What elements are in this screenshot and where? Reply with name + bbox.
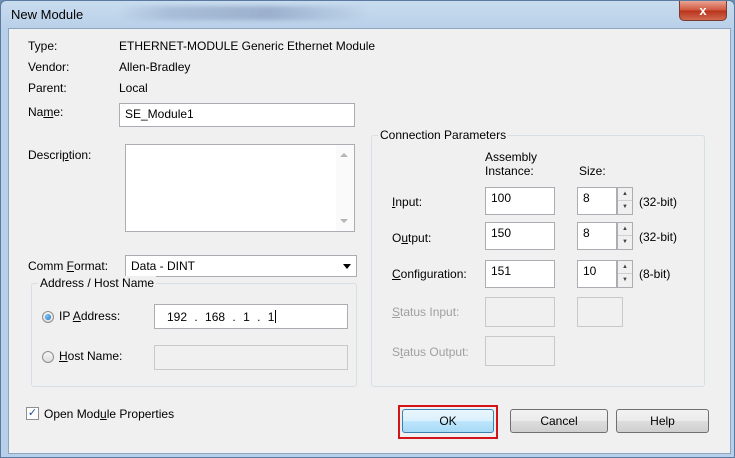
type-label: Type: <box>28 39 58 53</box>
configuration-size-field[interactable]: 10 <box>577 260 617 288</box>
spin-down-icon[interactable]: ▼ <box>618 201 632 214</box>
spin-up-icon[interactable]: ▲ <box>618 188 632 201</box>
title-bar[interactable]: New Module x <box>1 1 734 27</box>
name-label: Name: <box>28 105 64 119</box>
output-label: Output: <box>392 231 432 245</box>
open-module-properties-label: Open Module Properties <box>44 407 175 421</box>
ip-address-label: IP Address: <box>59 309 121 323</box>
assembly-header-2: Instance: <box>485 164 534 178</box>
comm-format-select[interactable]: Data - DINT <box>125 255 357 277</box>
dialog-body: Type: ETHERNET-MODULE Generic Ethernet M… <box>8 28 731 454</box>
ip-address-input[interactable]: 192. 168. 1. 1 <box>154 304 348 329</box>
parent-label: Parent: <box>28 81 67 95</box>
input-assembly-field[interactable]: 100 <box>485 187 555 215</box>
input-size-field[interactable]: 8 <box>577 187 617 215</box>
parent-value: Local <box>119 81 148 95</box>
connection-parameters-title: Connection Parameters <box>378 128 509 142</box>
description-scrollbar[interactable] <box>336 145 354 231</box>
open-module-properties-checkbox[interactable]: ✓ <box>26 407 39 420</box>
name-input[interactable]: SE_Module1 <box>119 103 355 127</box>
output-size-field[interactable]: 8 <box>577 222 617 250</box>
help-button[interactable]: Help <box>616 409 709 433</box>
window-title: New Module <box>11 7 84 22</box>
output-size-unit: (32-bit) <box>639 230 678 244</box>
assembly-header-1: Assembly <box>485 150 538 164</box>
output-assembly-field[interactable]: 150 <box>485 222 555 250</box>
address-group-title: Address / Host Name <box>38 276 157 290</box>
scroll-up-icon[interactable] <box>340 153 348 157</box>
configuration-assembly-field[interactable]: 151 <box>485 260 555 288</box>
chevron-down-icon <box>343 264 351 269</box>
description-input[interactable] <box>125 144 355 232</box>
status-input-size-field[interactable] <box>577 297 623 327</box>
description-label: Description: <box>28 148 92 162</box>
ok-button[interactable]: OK <box>402 409 494 433</box>
configuration-size-unit: (8-bit) <box>639 267 671 281</box>
spin-down-icon[interactable]: ▼ <box>618 274 632 287</box>
host-name-input[interactable] <box>154 345 348 370</box>
host-name-label: Host Name: <box>59 349 123 363</box>
vendor-label: Vendor: <box>28 60 70 74</box>
status-input-label: Status Input: <box>392 305 460 319</box>
text-cursor <box>275 310 277 323</box>
status-input-field[interactable] <box>485 297 555 327</box>
title-bar-blurred-region <box>119 6 369 20</box>
comm-format-label: Comm Format: <box>28 259 109 273</box>
spin-up-icon[interactable]: ▲ <box>618 261 632 274</box>
configuration-label: Configuration: <box>392 267 467 281</box>
size-header: Size: <box>579 164 606 178</box>
scroll-down-icon[interactable] <box>340 219 348 223</box>
spin-down-icon[interactable]: ▼ <box>618 236 632 249</box>
configuration-size-spinner[interactable]: ▲ ▼ <box>617 260 633 288</box>
ip-address-radio[interactable] <box>42 311 54 323</box>
new-module-dialog: New Module x Type: ETHERNET-MODULE Gener… <box>0 0 735 458</box>
comm-format-value: Data - DINT <box>131 259 196 273</box>
status-output-field[interactable] <box>485 336 555 366</box>
address-group: Address / Host Name <box>31 276 357 387</box>
output-size-spinner[interactable]: ▲ ▼ <box>617 222 633 250</box>
input-size-unit: (32-bit) <box>639 195 678 209</box>
vendor-value: Allen-Bradley <box>119 60 191 74</box>
cancel-button[interactable]: Cancel <box>510 409 608 433</box>
host-name-radio[interactable] <box>42 351 54 363</box>
input-label: Input: <box>392 195 423 209</box>
input-size-spinner[interactable]: ▲ ▼ <box>617 187 633 215</box>
spin-up-icon[interactable]: ▲ <box>618 223 632 236</box>
status-output-label: Status Output: <box>392 345 469 359</box>
close-button[interactable]: x <box>679 1 727 21</box>
type-value: ETHERNET-MODULE Generic Ethernet Module <box>119 39 376 53</box>
